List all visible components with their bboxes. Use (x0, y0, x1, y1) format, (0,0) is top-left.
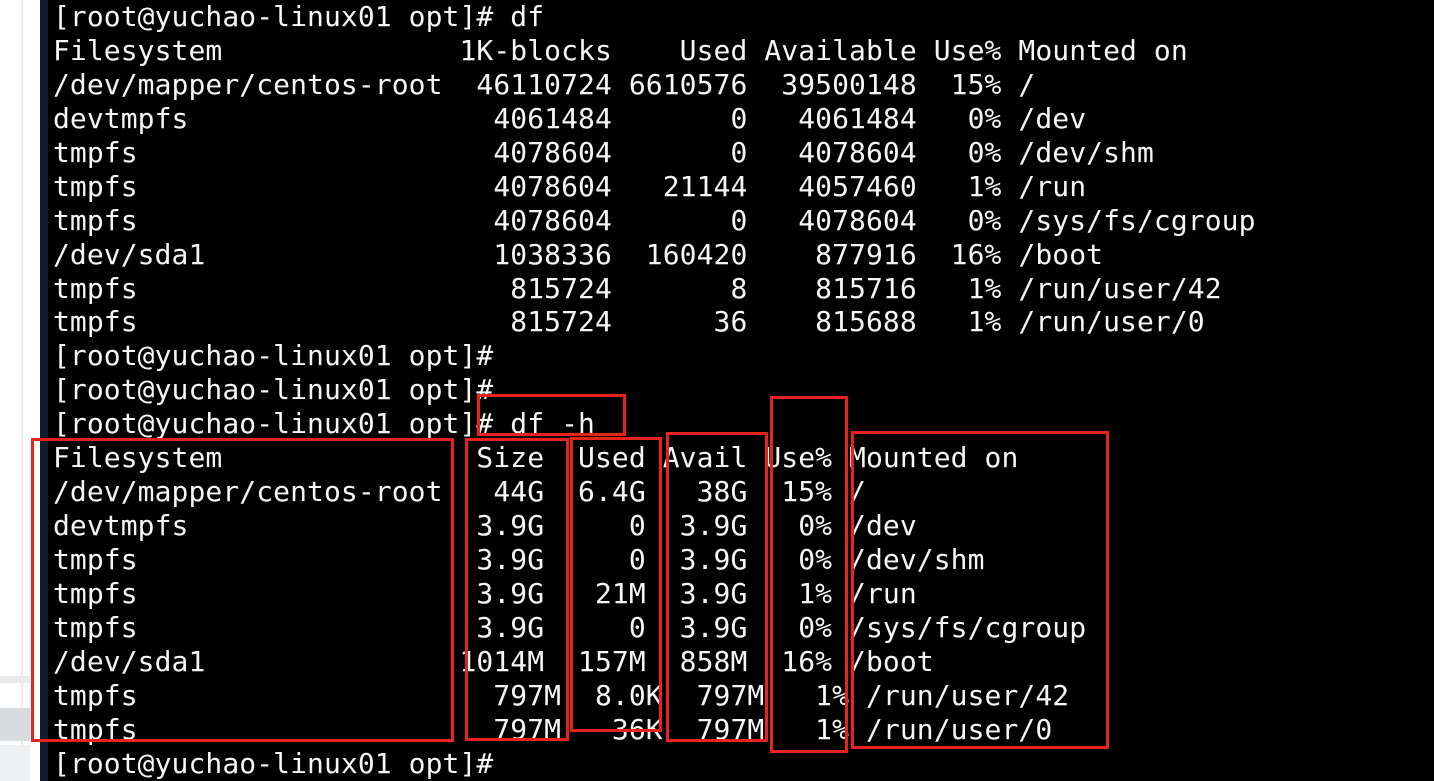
prompt-line-current: [root@yuchao-linux01 opt]# (48, 747, 1434, 781)
df-table-row-line: tmpfs 815724 8 815716 1% /run/user/42 (48, 272, 1434, 306)
prompt-line-empty: [root@yuchao-linux01 opt]# (48, 373, 1434, 407)
prompt-line-dfh-command: [root@yuchao-linux01 opt]# df -h (48, 407, 1434, 441)
df-table-row-line: tmpfs 815724 36 815688 1% /run/user/0 (48, 305, 1434, 339)
dfh-table-header-line: Filesystem Size Used Avail Use% Mounted … (48, 441, 1434, 475)
df-table-row-line: devtmpfs 4061484 0 4061484 0% /dev (48, 102, 1434, 136)
df-table-row-line: /dev/mapper/centos-root 46110724 6610576… (48, 68, 1434, 102)
dfh-table-row-line: /dev/sda1 1014M 157M 858M 16% /boot (48, 645, 1434, 679)
df-table-row-line: tmpfs 4078604 0 4078604 0% /sys/fs/cgrou… (48, 204, 1434, 238)
dfh-table-row-line: /dev/mapper/centos-root 44G 6.4G 38G 15%… (48, 475, 1434, 509)
background-window-bar (0, 708, 30, 741)
df-table-row-line: tmpfs 4078604 21144 4057460 1% /run (48, 170, 1434, 204)
desktop-gutter (0, 0, 40, 781)
dfh-table-row-line: tmpfs 3.9G 0 3.9G 0% /sys/fs/cgroup (48, 611, 1434, 645)
background-window-bar (0, 745, 30, 781)
terminal-window-border (40, 0, 48, 781)
terminal-window[interactable]: [root@yuchao-linux01 opt]# df Filesystem… (48, 0, 1434, 781)
dfh-table-row-line: devtmpfs 3.9G 0 3.9G 0% /dev (48, 509, 1434, 543)
prompt-line-df-command: [root@yuchao-linux01 opt]# df (48, 0, 1434, 34)
df-table-row-line: tmpfs 4078604 0 4078604 0% /dev/shm (48, 136, 1434, 170)
dfh-table-row-line: tmpfs 797M 8.0K 797M 1% /run/user/42 (48, 679, 1434, 713)
prompt-line-empty: [root@yuchao-linux01 opt]# (48, 339, 1434, 373)
gutter-divider-line (21, 0, 23, 781)
df-table-header-line: Filesystem 1K-blocks Used Available Use%… (48, 34, 1434, 68)
df-table-row-line: /dev/sda1 1038336 160420 877916 16% /boo… (48, 238, 1434, 272)
dfh-table-row-line: tmpfs 3.9G 0 3.9G 0% /dev/shm (48, 543, 1434, 577)
dfh-table-row-line: tmpfs 797M 36K 797M 1% /run/user/0 (48, 713, 1434, 747)
dfh-table-row-line: tmpfs 3.9G 21M 3.9G 1% /run (48, 577, 1434, 611)
background-window-bar (0, 676, 30, 683)
